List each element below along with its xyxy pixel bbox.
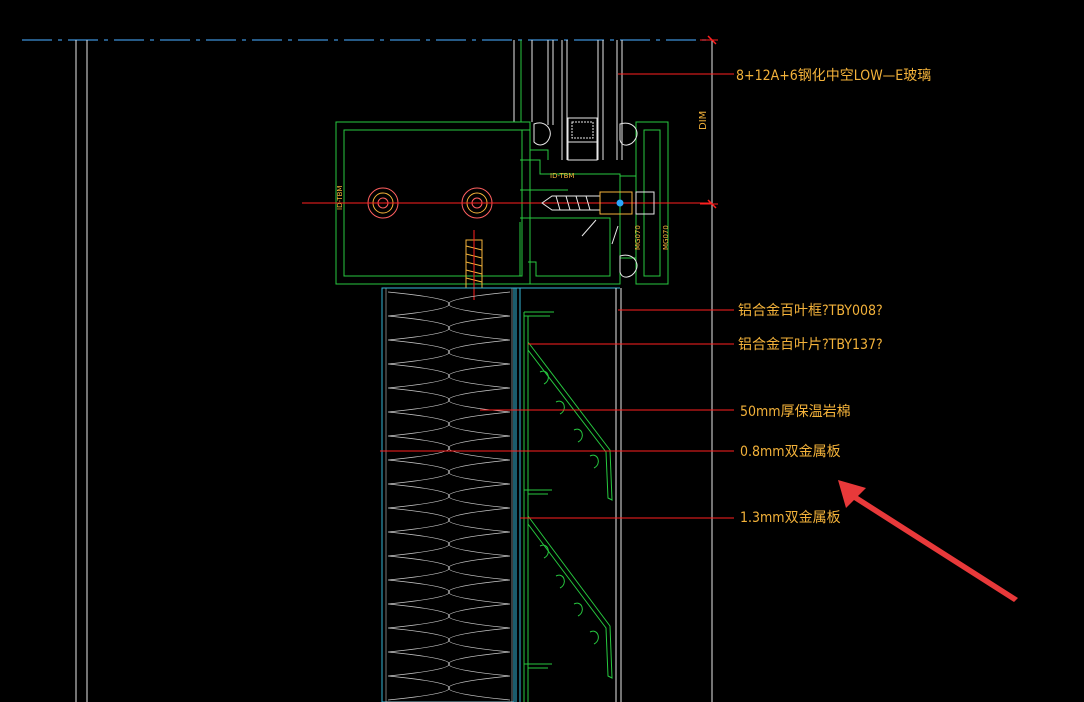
cad-drawing-canvas[interactable]: DIM ID-TBM ID-TBM MG070 MG070 8+12A+6钢化中… bbox=[0, 0, 1084, 702]
profile-tag: ID-TBM bbox=[336, 186, 344, 210]
dimension-text: DIM bbox=[698, 111, 709, 130]
annotation-louver-frame: 铝合金百叶框?TBY008? bbox=[738, 303, 883, 319]
wall-lines bbox=[75, 40, 88, 702]
pointer-arrow bbox=[838, 480, 1018, 602]
dimension-line: DIM bbox=[698, 35, 718, 702]
metal-panels bbox=[382, 287, 622, 702]
annotation-glass: 8+12A+6钢化中空LOW—E玻璃 bbox=[736, 67, 931, 84]
self-tapping-screw-vertical bbox=[465, 230, 483, 300]
profile-tag: MG070 bbox=[634, 225, 642, 250]
annotation-metal-13: 1.3mm双金属板 bbox=[740, 510, 841, 526]
annotation-rock-wool: 50mm厚保温岩棉 bbox=[740, 403, 851, 420]
leader-lines bbox=[380, 73, 734, 519]
annotation-metal-08: 0.8mm双金属板 bbox=[740, 444, 841, 460]
annotation-louver-blade: 铝合金百叶片?TBY137? bbox=[738, 337, 883, 353]
profile-tag: ID-TBM bbox=[550, 172, 574, 180]
louver-blades bbox=[523, 311, 613, 702]
profile-tag: MG070 bbox=[662, 225, 670, 250]
rock-wool-insulation bbox=[381, 287, 515, 702]
